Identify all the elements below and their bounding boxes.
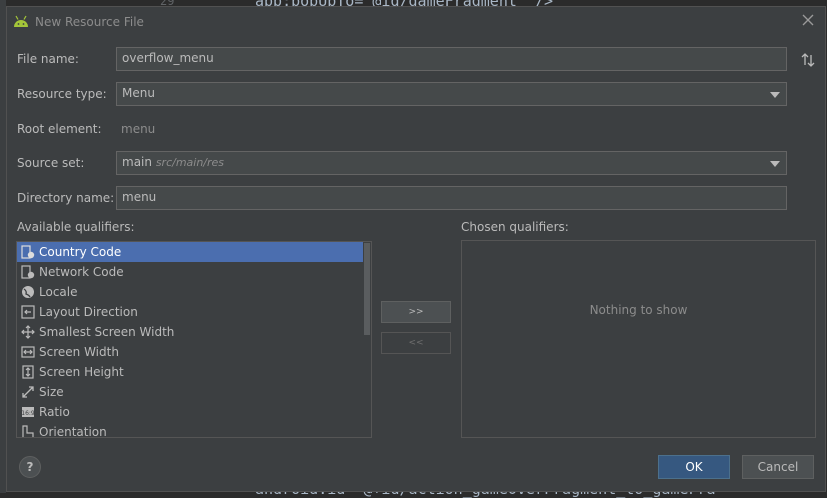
list-item[interactable]: Orientation	[17, 422, 371, 438]
list-item-label: Ratio	[39, 405, 70, 419]
scrollbar-thumb[interactable]	[364, 243, 370, 335]
chosen-qualifiers-list[interactable]: Nothing to show	[461, 240, 816, 438]
list-item-label: Size	[39, 385, 64, 399]
globe-icon	[22, 286, 34, 298]
file-name-label: File name:	[17, 52, 79, 66]
available-qualifiers-list[interactable]: Country Code Network Code Locale Layout …	[16, 241, 372, 438]
smallest-width-icon	[21, 325, 35, 339]
list-item-label: Locale	[39, 285, 78, 299]
close-icon[interactable]	[801, 13, 815, 27]
add-qualifier-button[interactable]: >>	[381, 301, 451, 323]
orientation-icon	[22, 425, 34, 437]
help-button[interactable]: ?	[19, 456, 41, 478]
screen-height-icon	[22, 365, 34, 379]
dialog-title: New Resource File	[35, 15, 144, 29]
list-item-label: Screen Height	[39, 365, 124, 379]
list-item[interactable]: Screen Height	[17, 362, 371, 382]
available-qualifiers-label: Available qualifiers:	[17, 220, 135, 234]
list-item[interactable]: Size	[17, 382, 371, 402]
list-item-label: Network Code	[39, 265, 124, 279]
remove-qualifier-button[interactable]: <<	[381, 332, 451, 354]
list-scrollbar[interactable]	[363, 242, 371, 437]
list-item[interactable]: Locale	[17, 282, 371, 302]
sort-icon[interactable]	[800, 52, 816, 68]
size-icon	[22, 386, 34, 398]
directory-name-value: menu	[122, 190, 157, 204]
network-code-icon	[21, 265, 35, 279]
empty-state-text: Nothing to show	[589, 303, 688, 317]
list-item[interactable]: Screen Width	[17, 342, 371, 362]
source-set-path: src/main/res	[155, 156, 225, 169]
list-item[interactable]: Country Code	[17, 242, 371, 262]
list-item-label: Country Code	[39, 245, 122, 259]
list-item-label: Screen Width	[39, 345, 119, 359]
new-resource-file-dialog: New Resource File File name: overflow_me…	[6, 6, 826, 492]
resource-type-label: Resource type:	[17, 87, 107, 101]
file-name-value: overflow_menu	[122, 51, 214, 65]
source-set-value: main	[122, 155, 152, 169]
source-set-label: Source set:	[17, 156, 85, 170]
country-code-icon	[21, 245, 35, 259]
ratio-icon: 16:9	[21, 407, 35, 417]
list-item-label: Smallest Screen Width	[39, 325, 175, 339]
android-icon	[14, 15, 28, 27]
chosen-qualifiers-label: Chosen qualifiers:	[461, 220, 569, 234]
screen-width-icon	[21, 346, 35, 358]
list-item[interactable]: Layout Direction	[17, 302, 371, 322]
svg-text:16:9: 16:9	[21, 410, 35, 417]
resource-type-select[interactable]: Menu	[116, 82, 787, 106]
root-element-value: menu	[121, 122, 156, 136]
directory-name-input[interactable]: menu	[116, 186, 787, 210]
resource-type-value: Menu	[122, 86, 155, 100]
cancel-button[interactable]: Cancel	[742, 455, 814, 479]
list-item[interactable]: Smallest Screen Width	[17, 322, 371, 342]
chevron-down-icon	[770, 161, 780, 167]
list-item[interactable]: 16:9 Ratio	[17, 402, 371, 422]
ok-button[interactable]: OK	[658, 455, 730, 479]
source-set-select[interactable]: main src/main/res	[116, 151, 787, 175]
dialog-titlebar: New Resource File	[7, 7, 825, 37]
layout-direction-icon	[21, 305, 35, 319]
list-item-label: Orientation	[39, 425, 107, 438]
chevron-down-icon	[770, 92, 780, 98]
list-item-label: Layout Direction	[39, 305, 138, 319]
directory-name-label: Directory name:	[17, 191, 115, 205]
list-item[interactable]: Network Code	[17, 262, 371, 282]
file-name-input[interactable]: overflow_menu	[116, 47, 787, 71]
root-element-label: Root element:	[17, 122, 102, 136]
